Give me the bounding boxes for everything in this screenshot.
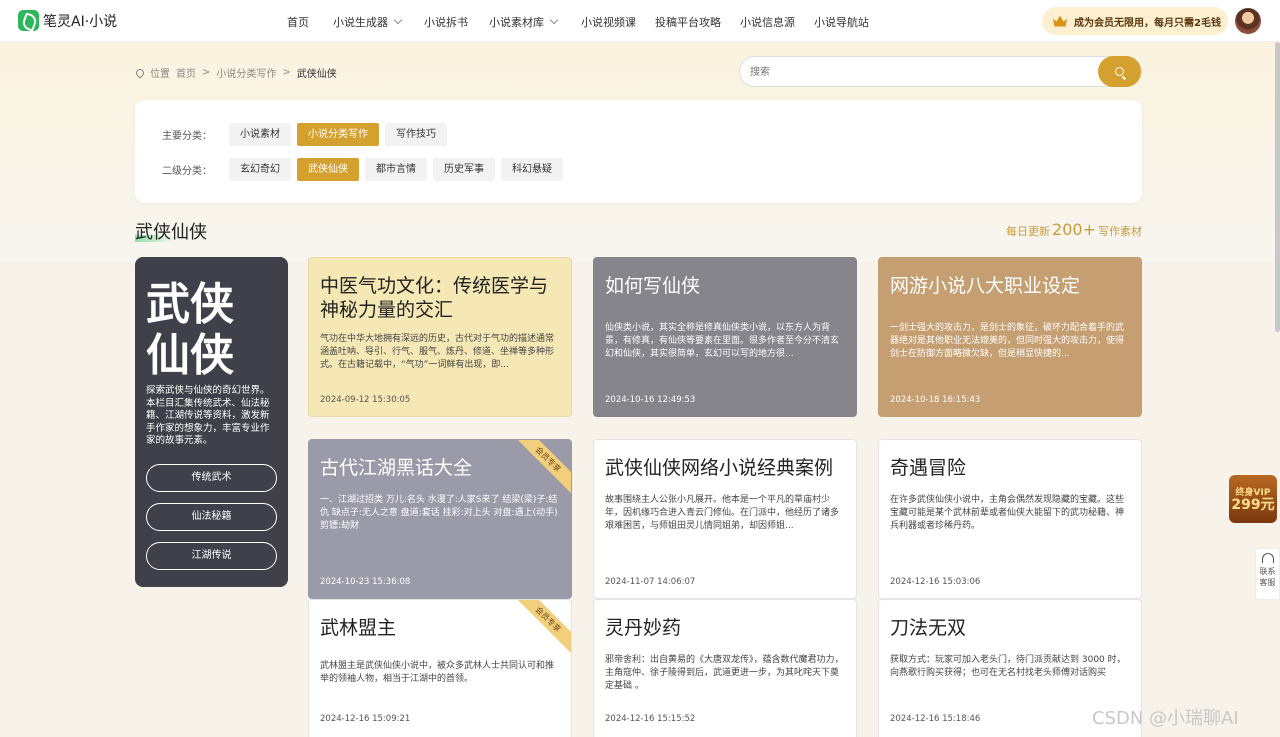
category-filter-panel: 主要分类： 小说素材 小说分类写作 写作技巧 二级分类： 玄幻奇幻 武侠仙侠 都… bbox=[135, 100, 1142, 203]
card-date: 2024-11-07 14:06:07 bbox=[605, 577, 696, 587]
card-date: 2024-10-23 15:36:08 bbox=[320, 577, 411, 587]
search-icon bbox=[1115, 67, 1124, 76]
user-avatar[interactable] bbox=[1235, 8, 1261, 34]
card-description: 一剑士强大的攻击力，是剑士的象征，破坏力配合着手的武器绝对是其他职业无法媲美的，… bbox=[890, 323, 1125, 359]
nav-item-video-course[interactable]: 小说视频课 bbox=[581, 14, 636, 30]
breadcrumb-root: 位置 bbox=[150, 69, 170, 80]
subtopic-button-martial-arts[interactable]: 传统武术 bbox=[146, 464, 277, 492]
card-date: 2024-12-16 15:18:46 bbox=[890, 714, 981, 724]
update-suffix: 写作素材 bbox=[1098, 225, 1142, 238]
article-card[interactable]: 如何写仙侠 仙侠类小说，其实全称是修真仙侠类小说，以东方人为背景，有修真，有仙侠… bbox=[593, 257, 857, 417]
nav-item-navigation-site[interactable]: 小说导航站 bbox=[814, 14, 869, 30]
chevron-down-icon bbox=[393, 15, 403, 25]
primary-category-label: 主要分类： bbox=[162, 131, 212, 142]
primary-tag-category-writing[interactable]: 小说分类写作 bbox=[297, 123, 379, 146]
card-description: 获取方式：玩家可加入老头门，待门派贡献达到 3000 时，向燕歌行购买获得；也可… bbox=[890, 655, 1126, 678]
primary-tag-writing-tips[interactable]: 写作技巧 bbox=[385, 123, 447, 146]
headset-icon bbox=[1261, 553, 1274, 563]
top-navigation-bar: 笔灵AI·小说 首页 小说生成器 小说拆书 小说素材库 小说视频课 投稿平台攻略… bbox=[0, 0, 1280, 42]
location-pin-icon bbox=[134, 66, 146, 79]
breadcrumb-current: 武侠仙侠 bbox=[296, 69, 337, 80]
subtopic-button-jianghu-legends[interactable]: 江湖传说 bbox=[146, 542, 277, 570]
secondary-tag-fantasy[interactable]: 玄幻奇幻 bbox=[229, 158, 291, 181]
card-date: 2024-09-12 15:30:05 bbox=[320, 395, 411, 405]
nav-item-home[interactable]: 首页 bbox=[287, 14, 309, 30]
article-card[interactable]: 武侠仙侠网络小说经典案例 故事围绕主人公张小凡展开。他本是一个平凡的草庙村少年，… bbox=[593, 439, 857, 599]
breadcrumb: 位置 首页 > 小说分类写作 > 武侠仙侠 bbox=[134, 65, 337, 80]
card-date: 2024-12-16 15:09:21 bbox=[320, 714, 411, 724]
article-card[interactable]: 网游小说八大职业设定 一剑士强大的攻击力，是剑士的象征，破坏力配合着手的武器绝对… bbox=[878, 257, 1142, 417]
article-card[interactable]: 灵丹妙药 邪帝舍利：出自黄易的《大唐双龙传》，蕴含数代魔君功力，主角寇仲、徐子陵… bbox=[593, 599, 857, 737]
secondary-tag-history-military[interactable]: 历史军事 bbox=[433, 158, 495, 181]
nav-item-label: 小说生成器 bbox=[333, 16, 388, 29]
card-title: 古代江湖黑话大全 bbox=[320, 457, 473, 479]
card-description: 邪帝舍利：出自黄易的《大唐双龙传》，蕴含数代魔君功力，主角寇仲、徐子陵得到后，武… bbox=[605, 655, 844, 691]
card-description: 武林盟主是武侠仙侠小说中，被众多武林人士共同认可和推举的领袖人物，相当于江湖中的… bbox=[320, 661, 555, 684]
search-button[interactable] bbox=[1098, 56, 1141, 87]
lifetime-vip-float-button[interactable]: 终身VIP 299元 bbox=[1229, 475, 1277, 523]
secondary-category-row: 二级分类： 玄幻奇幻 武侠仙侠 都市言情 历史军事 科幻悬疑 bbox=[162, 158, 563, 181]
card-title: 中医气功文化：传统医学与神秘力量的交汇 bbox=[320, 275, 549, 321]
nav-item-label: 小说素材库 bbox=[489, 16, 544, 29]
section-title-text: 武侠仙侠 bbox=[135, 222, 207, 243]
secondary-category-label: 二级分类： bbox=[162, 166, 212, 177]
nav-item-generator[interactable]: 小说生成器 bbox=[333, 14, 403, 30]
subtopic-button-immortal-arts[interactable]: 仙法秘籍 bbox=[146, 503, 277, 531]
card-title: 灵丹妙药 bbox=[605, 617, 682, 639]
primary-tag-material[interactable]: 小说素材 bbox=[229, 123, 291, 146]
card-description: 在许多武侠仙侠小说中，主角会偶然发现隐藏的宝藏。这些宝藏可能是某个武林前辈或者仙… bbox=[890, 495, 1125, 531]
breadcrumb-separator: > bbox=[202, 67, 211, 78]
secondary-tag-scifi-mystery[interactable]: 科幻悬疑 bbox=[501, 158, 563, 181]
article-card[interactable]: 中医气功文化：传统医学与神秘力量的交汇 气功在中华大地拥有深远的历史，古代对于气… bbox=[308, 257, 572, 417]
watermark: CSDN @小瑞聊AI bbox=[1092, 708, 1239, 729]
search-box bbox=[739, 56, 1142, 87]
card-title: 武林盟主 bbox=[320, 617, 397, 639]
nav-item-material-library[interactable]: 小说素材库 bbox=[489, 14, 559, 30]
daily-update-note: 每日更新 200+ 写作素材 bbox=[1006, 220, 1142, 239]
card-description: 故事围绕主人公张小凡展开。他本是一个平凡的草庙村少年，因机缘巧合进入青云门修仙。… bbox=[605, 495, 840, 531]
breadcrumb-separator: > bbox=[282, 67, 291, 78]
category-intro-description: 探索武侠与仙侠的奇幻世界。本栏目汇集传统武术、仙法秘籍、江湖传说等资料，激发新手… bbox=[146, 385, 270, 446]
card-title: 网游小说八大职业设定 bbox=[890, 275, 1081, 297]
update-prefix: 每日更新 bbox=[1006, 225, 1051, 238]
nav-item-book-breakdown[interactable]: 小说拆书 bbox=[424, 14, 468, 30]
secondary-tag-wuxia[interactable]: 武侠仙侠 bbox=[297, 158, 359, 181]
card-description: 一、江湖过招类 万儿:名头 水漫了:人家S来了 结梁(梁)子:结仇 缺点子:无人… bbox=[320, 495, 558, 531]
breadcrumb-home[interactable]: 首页 bbox=[176, 65, 196, 80]
scrollbar[interactable] bbox=[1275, 42, 1280, 332]
nav-item-info-source[interactable]: 小说信息源 bbox=[740, 14, 795, 30]
update-count: 200+ bbox=[1052, 220, 1096, 239]
category-intro-title: 武侠仙侠 bbox=[146, 279, 234, 381]
breadcrumb-category[interactable]: 小说分类写作 bbox=[216, 65, 276, 80]
card-title: 刀法无双 bbox=[890, 617, 967, 639]
card-title: 如何写仙侠 bbox=[605, 275, 701, 297]
vip-banner-text: 成为会员无限用，每月只需2毛钱 bbox=[1074, 17, 1221, 29]
nav-item-submission-guide[interactable]: 投稿平台攻略 bbox=[655, 14, 721, 30]
secondary-tag-urban-romance[interactable]: 都市言情 bbox=[365, 158, 427, 181]
card-description: 气功在中华大地拥有深远的历史，古代对于气功的描述通常涵盖吐呐、导引、行气、服气、… bbox=[320, 334, 555, 370]
crown-icon bbox=[1053, 15, 1067, 27]
article-card[interactable]: 会员专享 武林盟主 武林盟主是武侠仙侠小说中，被众多武林人士共同认可和推举的领袖… bbox=[308, 599, 572, 737]
primary-category-row: 主要分类： 小说素材 小说分类写作 写作技巧 bbox=[162, 123, 447, 146]
customer-service-button[interactable]: 联系客服 bbox=[1255, 548, 1280, 600]
section-title: 武侠仙侠 bbox=[135, 218, 207, 244]
article-card[interactable]: 会员专享 古代江湖黑话大全 一、江湖过招类 万儿:名头 水漫了:人家S来了 结梁… bbox=[308, 439, 572, 599]
card-title: 武侠仙侠网络小说经典案例 bbox=[605, 457, 834, 479]
card-date: 2024-12-16 15:03:06 bbox=[890, 577, 981, 587]
card-date: 2024-12-16 15:15:52 bbox=[605, 714, 696, 724]
card-description: 仙侠类小说，其实全称是修真仙侠类小说，以东方人为背景，有修真，有仙侠等要素在里面… bbox=[605, 323, 840, 359]
search-input[interactable] bbox=[750, 64, 1080, 80]
vip-banner-button[interactable]: 成为会员无限用，每月只需2毛钱 bbox=[1042, 7, 1228, 35]
vip-float-price: 299元 bbox=[1231, 497, 1275, 513]
category-intro-panel: 武侠仙侠 探索武侠与仙侠的奇幻世界。本栏目汇集传统武术、仙法秘籍、江湖传说等资料… bbox=[135, 257, 288, 587]
card-title: 奇遇冒险 bbox=[890, 457, 967, 479]
customer-service-label: 联系客服 bbox=[1259, 567, 1276, 587]
card-date: 2024-10-16 12:49:53 bbox=[605, 395, 696, 405]
chevron-down-icon bbox=[549, 15, 559, 25]
card-date: 2024-10-18 16:15:43 bbox=[890, 395, 981, 405]
article-card[interactable]: 奇遇冒险 在许多武侠仙侠小说中，主角会偶然发现隐藏的宝藏。这些宝藏可能是某个武林… bbox=[878, 439, 1142, 599]
